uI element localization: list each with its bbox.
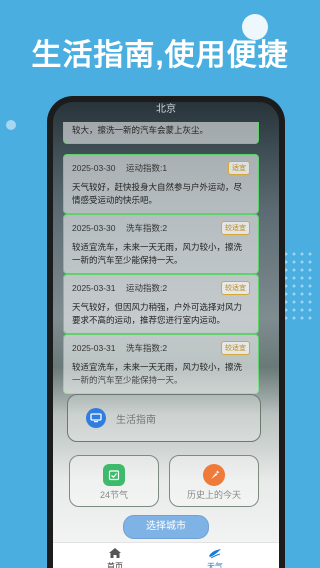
phone-mockup: 北京 较大，擦洗一新的汽车会蒙上灰尘。 2025-03-30 运动指数:1 适宜… — [47, 96, 285, 568]
card-body: 较适宜洗车，未来一天无雨，风力较小，擦洗一新的汽车至少能保持一天。 — [72, 242, 243, 265]
app-screen: 生活指南,使用便捷 北京 较大，擦洗一新的汽车会蒙上灰尘。 2025-03-30… — [0, 0, 320, 568]
tab-weather-label: 天气 — [207, 562, 223, 568]
card-body: 天气较好，但因风力稍强，户外可选择对风力要求不高的运动，推荐您进行室内运动。 — [72, 302, 243, 325]
partial-card-text: 较大，擦洗一新的汽车会蒙上灰尘。 — [72, 125, 209, 135]
city-title: 北京 — [156, 104, 176, 115]
tab-bar: 首页 天气 — [53, 542, 279, 568]
weather-icon — [209, 549, 221, 559]
select-city-button[interactable]: 选择城市 — [123, 515, 209, 539]
promo-title: 生活指南,使用便捷 — [31, 39, 289, 72]
monitor-icon — [86, 408, 106, 428]
index-card: 2025-03-31 运动指数:2 较适宜 天气较好，但因风力稍强，户外可选择对… — [63, 274, 259, 334]
card-title: 洗车指数:2 — [126, 223, 168, 233]
tab-weather[interactable]: 天气 — [185, 547, 245, 568]
solar-terms-label: 24节气 — [99, 490, 128, 500]
card-title: 洗车指数:2 — [126, 343, 168, 353]
card-date: 2025-03-31 — [72, 343, 116, 353]
card-title: 运动指数:2 — [126, 283, 168, 293]
card-body: 天气较好，赶快投身大自然参与户外运动，尽情感受运动的快乐吧。 — [72, 182, 243, 205]
card-tag: 较适宜 — [221, 341, 250, 355]
history-today-label: 历史上的今天 — [186, 490, 241, 500]
card-title: 运动指数:1 — [126, 163, 168, 173]
life-guide-button[interactable]: 生活指南 — [67, 394, 261, 442]
tab-home-label: 首页 — [107, 562, 123, 568]
index-card: 2025-03-30 洗车指数:2 较适宜 较适宜洗车，未来一天无雨，风力较小，… — [63, 214, 259, 274]
life-guide-label: 生活指南 — [116, 415, 156, 426]
history-today-tile[interactable]: 历史上的今天 — [169, 455, 259, 507]
card-date: 2025-03-30 — [72, 223, 116, 233]
card-tag: 适宜 — [228, 161, 250, 175]
card-tag: 较适宜 — [221, 221, 250, 235]
carrot-icon — [203, 464, 225, 486]
tab-home[interactable]: 首页 — [85, 547, 145, 568]
decor-bubble-small — [6, 120, 16, 130]
home-icon — [109, 548, 121, 558]
calendar-icon — [103, 464, 125, 486]
card-date: 2025-03-31 — [72, 283, 116, 293]
index-card: 2025-03-30 运动指数:1 适宜 天气较好，赶快投身大自然参与户外运动，… — [63, 154, 259, 214]
card-date: 2025-03-30 — [72, 163, 116, 173]
solar-terms-tile[interactable]: 24节气 — [69, 455, 159, 507]
card-tag: 较适宜 — [221, 281, 250, 295]
partial-card: 较大，擦洗一新的汽车会蒙上灰尘。 — [63, 122, 259, 144]
